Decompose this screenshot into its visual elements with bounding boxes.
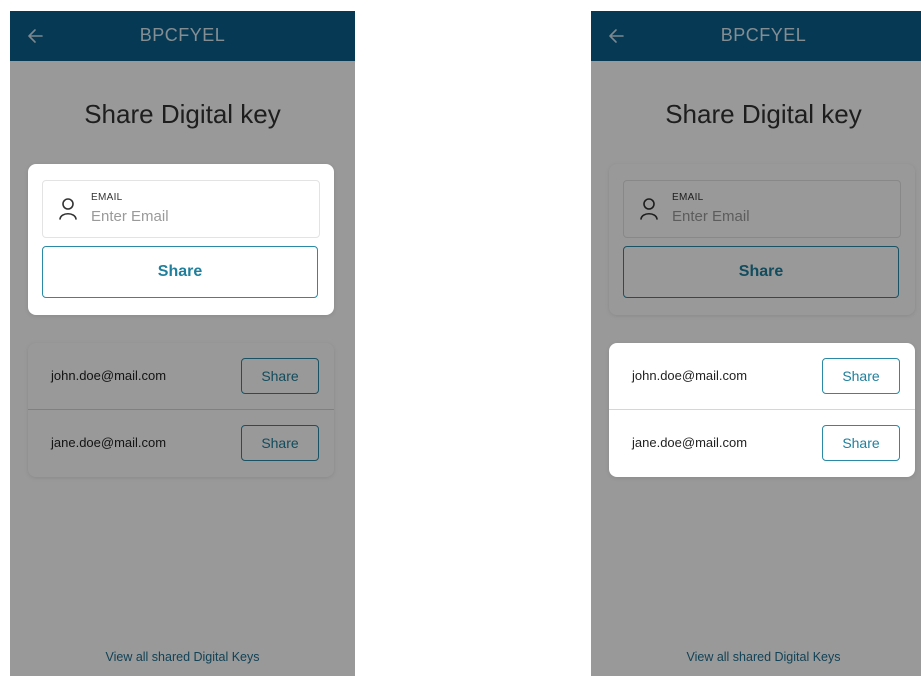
page-title: Share Digital key xyxy=(84,99,281,129)
share-button[interactable]: Share xyxy=(42,246,318,298)
page-title: Share Digital key xyxy=(665,99,862,129)
email-input[interactable] xyxy=(91,205,301,227)
app-screen-email-highlight: BPCFYEL Share Digital key john.doe@mail.… xyxy=(10,11,355,676)
email-share-card: EMAIL Share xyxy=(609,164,915,315)
contact-email: jane.doe@mail.com xyxy=(632,435,748,450)
app-bar-title: BPCFYEL xyxy=(720,25,807,45)
view-all-shared-link[interactable]: View all shared Digital Keys xyxy=(591,650,921,664)
view-all-shared-link[interactable]: View all shared Digital Keys xyxy=(10,650,355,664)
contacts-card: john.doe@mail.com Share jane.doe@mail.co… xyxy=(609,343,915,477)
share-contact-button[interactable]: Share xyxy=(241,358,319,394)
app-bar: BPCFYEL xyxy=(10,11,355,61)
list-item: john.doe@mail.com Share xyxy=(28,343,334,409)
share-contact-button[interactable]: Share xyxy=(241,425,319,461)
user-icon xyxy=(57,197,79,221)
email-share-card: EMAIL Share xyxy=(28,164,334,315)
contact-email: jane.doe@mail.com xyxy=(51,435,167,450)
contacts-card: john.doe@mail.com Share jane.doe@mail.co… xyxy=(28,343,334,477)
list-item: john.doe@mail.com Share xyxy=(609,343,915,409)
email-field[interactable]: EMAIL xyxy=(42,180,320,238)
list-item: jane.doe@mail.com Share xyxy=(28,409,334,476)
email-field[interactable]: EMAIL xyxy=(623,180,901,238)
app-bar: BPCFYEL xyxy=(591,11,921,61)
email-label: EMAIL xyxy=(672,192,704,203)
email-input[interactable] xyxy=(672,205,882,227)
list-item: jane.doe@mail.com Share xyxy=(609,409,915,476)
share-button[interactable]: Share xyxy=(623,246,899,298)
contact-email: john.doe@mail.com xyxy=(51,368,167,383)
app-screen-list-highlight: BPCFYEL Share Digital key EMAIL Share Vi… xyxy=(591,11,921,676)
contact-email: john.doe@mail.com xyxy=(632,368,748,383)
share-contact-button[interactable]: Share xyxy=(822,358,900,394)
app-bar-title: BPCFYEL xyxy=(139,25,226,45)
user-icon xyxy=(638,197,660,221)
share-contact-button[interactable]: Share xyxy=(822,425,900,461)
email-label: EMAIL xyxy=(91,192,123,203)
